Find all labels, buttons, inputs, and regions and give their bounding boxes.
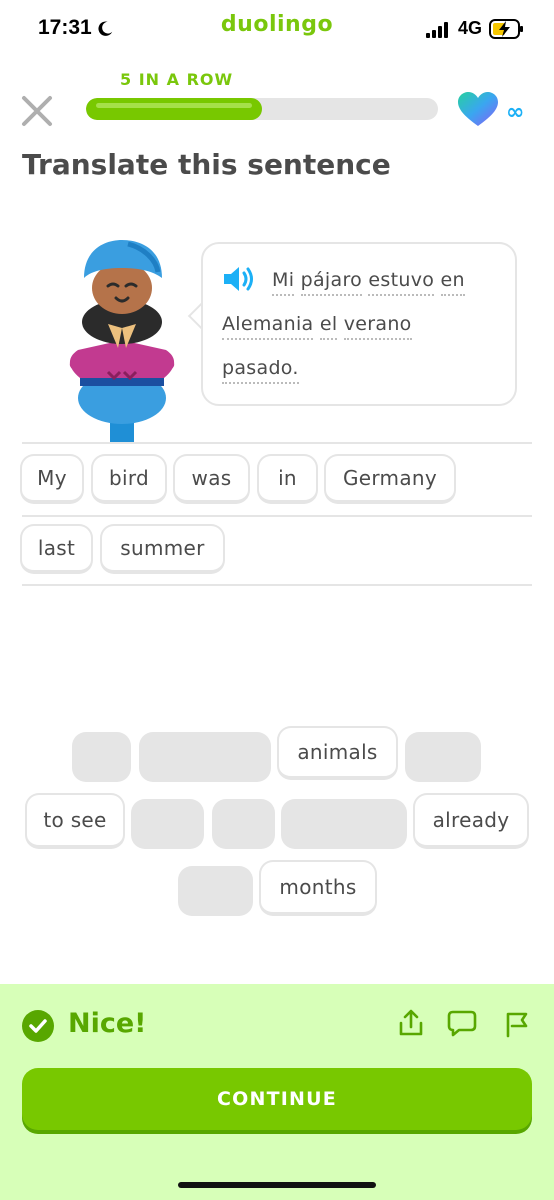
comment-icon[interactable] [447, 1008, 477, 1038]
word-bank-slot [178, 866, 253, 916]
share-icon[interactable] [396, 1008, 426, 1038]
home-indicator [178, 1182, 376, 1188]
network-type: 4G [458, 18, 483, 38]
answer-line [22, 515, 532, 517]
lives-infinity: ∞ [506, 100, 525, 125]
prompt-word[interactable]: verano [343, 313, 412, 340]
answer-tile[interactable]: Germany [324, 454, 456, 504]
signal-icon [426, 22, 448, 38]
word-bank-tile[interactable]: animals [277, 726, 398, 780]
progress-bar [86, 98, 438, 120]
answer-line [22, 584, 532, 586]
prompt-word[interactable]: el [319, 313, 338, 340]
speaker-icon[interactable] [222, 264, 258, 294]
character-illustration [69, 240, 175, 444]
answer-tile[interactable]: was [173, 454, 250, 504]
prompt-word[interactable]: Mi [272, 269, 295, 296]
word-bank-slot [131, 799, 204, 849]
prompt-word[interactable]: pájaro [300, 269, 363, 296]
prompt-line-3: pasado. [222, 346, 299, 390]
answer-tile[interactable]: My [20, 454, 84, 504]
answer-tile[interactable]: bird [91, 454, 167, 504]
prompt-word[interactable]: Alemania [222, 313, 314, 340]
page-title: Translate this sentence [22, 148, 391, 181]
battery-charging-icon [489, 19, 523, 39]
word-bank-tile[interactable]: to see [25, 793, 125, 849]
streak-label: 5 IN A ROW [120, 70, 234, 89]
word-bank-slot [212, 799, 275, 849]
close-icon[interactable] [20, 94, 54, 128]
feedback-message: Nice! [68, 1008, 147, 1039]
answer-line [22, 442, 532, 444]
progress-fill [86, 98, 262, 120]
answer-tile[interactable]: in [257, 454, 318, 504]
prompt-word[interactable]: en [440, 269, 465, 296]
prompt-line-2: Alemania el verano [222, 302, 412, 346]
word-bank-slot [405, 732, 481, 782]
answer-tile[interactable]: last [20, 524, 93, 574]
word-bank-slot [281, 799, 407, 849]
word-bank-tile[interactable]: months [259, 860, 377, 916]
answer-tile[interactable]: summer [100, 524, 225, 574]
prompt-word[interactable]: estuvo [368, 269, 435, 296]
prompt-word[interactable]: pasado. [222, 357, 299, 384]
word-bank-slot [139, 732, 271, 782]
continue-button[interactable]: CONTINUE [22, 1068, 532, 1130]
prompt-line-1: Mi pájaro estuvo en [272, 258, 465, 302]
word-bank-slot [72, 732, 131, 782]
word-bank-tile[interactable]: already [413, 793, 529, 849]
report-flag-icon[interactable] [502, 1008, 532, 1038]
progress-shine [96, 103, 252, 108]
heart-icon[interactable] [458, 92, 498, 128]
check-circle-icon [22, 1010, 54, 1042]
